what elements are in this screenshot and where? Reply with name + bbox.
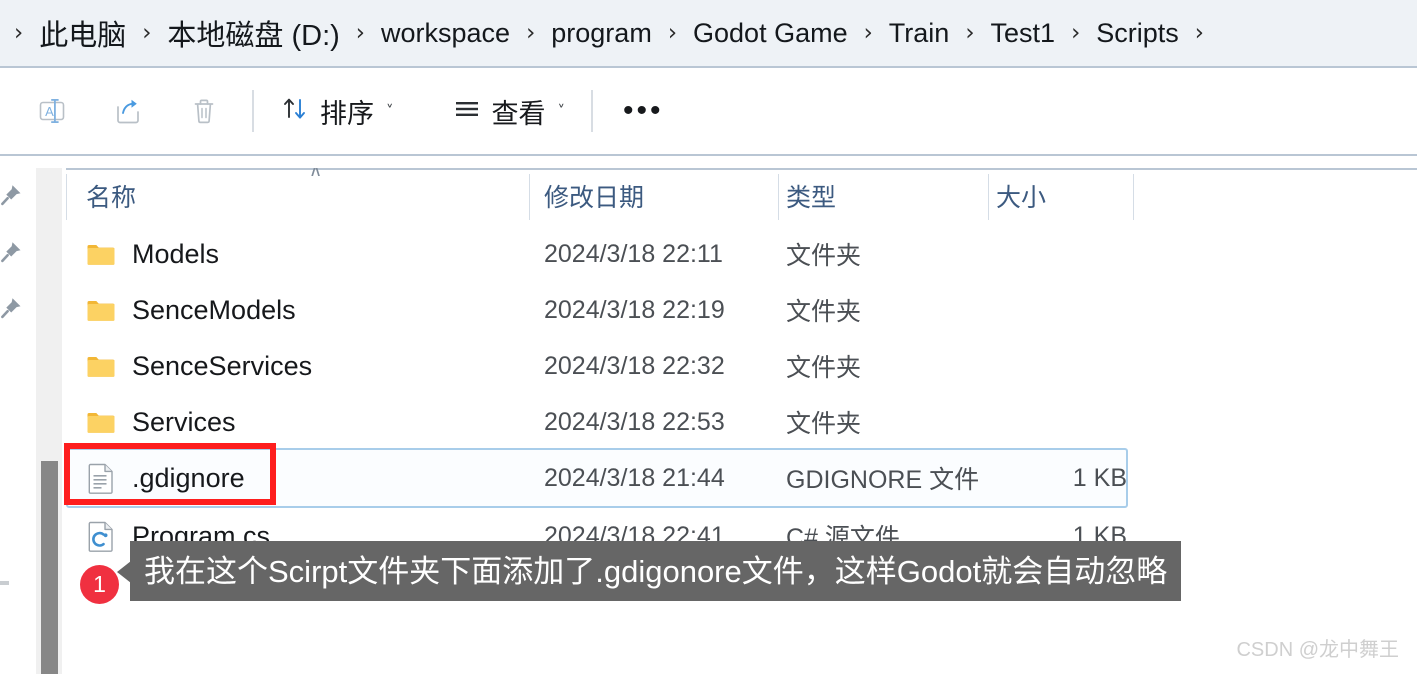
table-row[interactable]: SenceModels 2024/3/18 22:19 文件夹 [66,282,1417,338]
csharp-file-icon [86,520,116,552]
vertical-scrollbar-thumb[interactable] [41,461,58,674]
breadcrumb-separator-6[interactable]: › [951,21,988,45]
view-list-icon [452,94,482,129]
file-date-modified: 2024/3/18 21:44 [544,463,725,492]
file-name: Services [132,406,236,437]
overflow-menu-button[interactable]: ••• [609,83,678,139]
breadcrumb-separator-1[interactable]: › [128,21,165,45]
file-date-modified: 2024/3/18 22:53 [544,407,725,436]
file-type: 文件夹 [786,298,862,326]
chevron-down-icon: ˅ [386,102,394,120]
file-date-modified: 2024/3/18 22:11 [544,239,723,268]
sort-label: 排序 [320,98,374,129]
share-button[interactable] [96,83,160,139]
delete-button[interactable] [172,83,236,139]
sort-ascending-indicator: ∧ [309,168,323,181]
watermark: CSDN @龙中舞王 [1236,639,1399,661]
annotation-callout: 我在这个Scirpt文件夹下面添加了.gdigonore文件，这样Godot就会… [130,541,1182,601]
view-menu-button[interactable]: 查看 ˅ [442,83,576,139]
share-icon [111,94,145,128]
breadcrumb-separator-5[interactable]: › [850,21,887,45]
column-header-type[interactable]: 类型 [786,170,836,222]
file-name-cell: SenceServices [86,350,312,382]
breadcrumb-item-program[interactable]: program [549,16,654,51]
file-name-cell: SenceModels [86,294,296,326]
breadcrumb-item-godot-game[interactable]: Godot Game [691,16,850,51]
file-name: Models [132,238,220,269]
toolbar-divider-2 [591,90,593,132]
pin-icon-2[interactable] [0,239,24,265]
column-header-date-modified[interactable]: 修改日期 [544,170,644,222]
nav-pane-divider [0,581,9,585]
annotation-highlight-box [64,443,276,505]
file-type: 文件夹 [786,410,862,438]
column-divider-3[interactable] [988,174,989,220]
file-name-cell: Services [86,406,236,438]
column-header-size[interactable]: 大小 [996,170,1046,222]
breadcrumb: › 此电脑 › 本地磁盘 (D:) › workspace › program … [0,0,1417,68]
column-divider-0[interactable] [66,174,67,220]
file-name: SenceModels [132,294,296,325]
callout-arrow-icon [117,561,131,583]
view-label: 查看 [491,98,546,129]
annotation-step-badge: 1 [80,565,119,604]
breadcrumb-separator-4[interactable]: › [654,21,691,45]
pin-icon-3[interactable] [0,295,24,321]
breadcrumb-separator-3[interactable]: › [512,21,549,45]
pin-icon-1[interactable] [0,182,24,208]
breadcrumb-item-workspace[interactable]: workspace [379,16,512,51]
svg-text:A: A [45,104,54,119]
file-type: GDIGNORE 文件 [786,466,980,494]
column-divider-4[interactable] [1133,174,1134,220]
breadcrumb-separator-7[interactable]: › [1057,21,1094,45]
breadcrumb-item-test1[interactable]: Test1 [989,16,1058,51]
table-row[interactable]: Services 2024/3/18 22:53 文件夹 [66,394,1417,450]
file-date-modified: 2024/3/18 22:32 [544,351,725,380]
breadcrumb-separator-0: › [14,19,24,46]
toolbar: A 排序 ˅ 查看 ˅ ••• [0,68,1417,156]
file-name-cell: Models [86,238,219,270]
breadcrumb-item-local-disk-d[interactable]: 本地磁盘 (D:) [165,10,341,56]
folder-icon [86,294,116,326]
column-divider-1[interactable] [529,174,530,220]
table-row[interactable]: Models 2024/3/18 22:11 文件夹 [66,226,1417,282]
file-size: 1 KB [1072,463,1127,492]
breadcrumb-item-train[interactable]: Train [887,16,952,51]
folder-icon [86,238,116,270]
file-name: SenceServices [132,350,313,381]
chevron-down-icon-view: ˅ [557,102,566,120]
file-type: 文件夹 [786,354,862,382]
rename-icon: A [35,94,69,128]
table-row[interactable]: SenceServices 2024/3/18 22:32 文件夹 [66,338,1417,394]
column-divider-2[interactable] [778,174,779,220]
file-type: 文件夹 [786,242,862,270]
delete-icon [187,94,221,128]
column-header-name[interactable]: 名称 [86,170,136,222]
column-header-row: ∧ 名称 修改日期 类型 大小 [66,168,1417,222]
breadcrumb-item-this-pc[interactable]: 此电脑 [37,10,128,56]
folder-icon [86,350,116,382]
annotation-callout-text: 我在这个Scirpt文件夹下面添加了.gdigonore文件，这样Godot就会… [144,553,1168,589]
file-date-modified: 2024/3/18 22:19 [544,295,725,324]
sort-arrows-icon [280,94,310,129]
explorer-window: › 此电脑 › 本地磁盘 (D:) › workspace › program … [0,0,1417,674]
rename-button[interactable]: A [20,83,84,139]
toolbar-divider-1 [252,90,254,132]
sort-menu-button[interactable]: 排序 ˅ [270,83,404,139]
folder-icon [86,406,116,438]
breadcrumb-item-scripts[interactable]: Scripts [1094,16,1181,51]
breadcrumb-separator-2[interactable]: › [342,21,379,45]
breadcrumb-separator-8[interactable]: › [1181,21,1218,45]
